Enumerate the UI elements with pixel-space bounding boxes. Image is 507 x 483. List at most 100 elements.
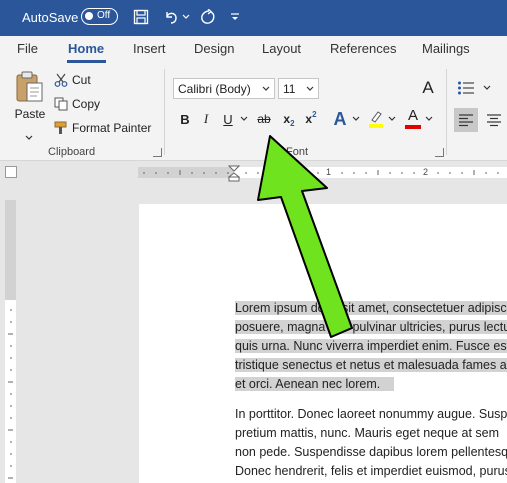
subscript-2: 2 <box>290 118 295 128</box>
font-color-letter: A <box>407 106 418 124</box>
vertical-ruler[interactable] <box>5 200 16 483</box>
text-line: In porttitor. Donec laoreet nonummy augu… <box>235 407 507 421</box>
group-divider <box>446 69 447 155</box>
bold-button[interactable]: B <box>177 109 193 129</box>
tab-home[interactable]: Home <box>68 41 104 56</box>
text-line: pretium mattis, nunc. Mauris eget neque … <box>235 426 500 440</box>
selected-text: tristique senectus et netus et malesuada… <box>235 358 507 372</box>
align-center-button[interactable] <box>482 108 506 132</box>
align-left-icon <box>459 114 473 127</box>
superscript-x: x <box>305 112 313 126</box>
paintbrush-icon <box>54 121 67 134</box>
font-size-value: 11 <box>283 82 296 96</box>
tab-design[interactable]: Design <box>194 41 234 56</box>
undo-dropdown[interactable] <box>180 6 192 28</box>
text-line: non pede. Suspendisse dapibus lorem pell… <box>235 445 507 459</box>
subscript-button[interactable]: x2 <box>280 109 298 129</box>
tab-file[interactable]: File <box>17 41 38 56</box>
selected-text: Lorem ipsum dolor sit amet, consectetuer… <box>235 301 507 315</box>
group-divider <box>164 69 165 155</box>
bullets-button[interactable] <box>456 78 476 98</box>
superscript-button[interactable]: x2 <box>302 109 320 129</box>
chevron-down-icon <box>388 116 396 121</box>
highlight-dropdown[interactable] <box>387 109 397 129</box>
selected-text: posuere, magna sed pulvinar ultricies, p… <box>235 320 507 334</box>
text-line: et orci. Aenean nec lorem. <box>235 375 507 394</box>
font-color-dropdown[interactable] <box>424 109 434 129</box>
align-left-button[interactable] <box>454 108 478 132</box>
scissors-icon <box>54 73 68 87</box>
ruler-number-1: 1 <box>326 167 332 177</box>
subscript-x: x <box>283 112 291 126</box>
chevron-down-icon <box>425 116 433 121</box>
horizontal-ruler-area: 1 2 <box>0 162 507 183</box>
redo-button[interactable] <box>197 6 219 28</box>
autosave-toggle[interactable]: Off <box>81 8 118 25</box>
font-family-select[interactable]: Calibri (Body) <box>173 78 275 99</box>
font-color-button[interactable]: A <box>403 107 423 129</box>
selected-text: quis urna. Nunc viverra imperdiet enim. … <box>235 339 507 353</box>
text-line: posuere, magna sed pulvinar ultricies, p… <box>235 318 507 337</box>
save-icon <box>133 9 149 25</box>
chevron-down-icon <box>306 86 314 91</box>
highlight-button[interactable] <box>366 109 386 129</box>
paste-button[interactable]: Paste <box>12 67 48 125</box>
ribbon-tabs: File Home Insert Design Layout Reference… <box>0 36 507 63</box>
paragraph-1[interactable]: Lorem ipsum dolor sit amet, consectetuer… <box>235 299 507 394</box>
underline-button[interactable]: U <box>220 109 236 129</box>
selected-text: et orci. Aenean nec lorem. <box>235 377 395 391</box>
document-page[interactable]: Lorem ipsum dolor sit amet, consectetuer… <box>139 204 507 483</box>
tab-references[interactable]: References <box>330 41 396 56</box>
font-group-label: Font <box>286 146 309 158</box>
customize-icon <box>231 13 239 20</box>
redo-icon <box>201 9 215 24</box>
vertical-ruler-margin <box>5 200 16 300</box>
text-effects-dropdown[interactable] <box>351 109 361 129</box>
bullets-dropdown[interactable] <box>480 78 494 98</box>
paste-label: Paste <box>14 107 46 121</box>
superscript-2: 2 <box>312 109 317 119</box>
horizontal-ruler[interactable]: 1 2 <box>138 165 507 182</box>
autosave-label: AutoSave <box>22 10 79 25</box>
italic-button[interactable]: I <box>198 109 214 129</box>
underline-dropdown[interactable] <box>238 109 250 129</box>
copy-button[interactable]: Copy <box>54 95 100 113</box>
font-launcher-icon[interactable] <box>435 148 444 157</box>
text-effects-button[interactable]: A <box>330 108 350 130</box>
tab-insert[interactable]: Insert <box>133 41 166 56</box>
tab-mailings[interactable]: Mailings <box>422 41 470 56</box>
chevron-down-icon <box>352 116 360 121</box>
paragraph-2[interactable]: In porttitor. Donec laoreet nonummy augu… <box>235 405 507 481</box>
undo-button[interactable] <box>160 6 182 28</box>
tab-layout[interactable]: Layout <box>262 41 301 56</box>
copy-label: Copy <box>72 97 101 111</box>
paste-dropdown[interactable] <box>21 133 37 143</box>
ruler-number-2: 2 <box>423 167 429 177</box>
text-line: Lorem ipsum dolor sit amet, consectetuer… <box>235 299 507 318</box>
format-painter-button[interactable]: Format Painter <box>54 119 151 137</box>
font-size-select[interactable]: 11 <box>278 78 319 99</box>
text-line: quis urna. Nunc viverra imperdiet enim. … <box>235 337 507 356</box>
text-line: Donec hendrerit, felis et imperdiet euis… <box>235 464 507 478</box>
bullet-list-icon <box>458 81 474 95</box>
ruler-ticks <box>143 170 499 175</box>
ribbon-home: Paste Cut Copy Format Painter Clipboard … <box>0 63 507 161</box>
vertical-ruler-ticks <box>8 309 13 479</box>
strikethrough-button[interactable]: ab <box>254 109 274 129</box>
chevron-down-icon <box>182 14 190 19</box>
save-button[interactable] <box>130 6 152 28</box>
change-case-button[interactable]: A <box>418 77 438 99</box>
chevron-down-icon <box>25 135 33 140</box>
cut-button[interactable]: Cut <box>54 71 91 89</box>
customize-quick-access-button[interactable] <box>224 6 246 28</box>
indent-marker-icon[interactable] <box>228 165 240 182</box>
word-window: AutoSave Off File Home Insert Design Lay… <box>0 0 507 483</box>
highlighter-icon <box>369 111 383 128</box>
chevron-down-icon <box>240 116 248 121</box>
tab-selector-button[interactable] <box>5 166 17 178</box>
copy-icon <box>54 97 68 111</box>
format-painter-label: Format Painter <box>72 121 152 135</box>
chevron-down-icon <box>262 86 270 91</box>
text-line: tristique senectus et netus et malesuada… <box>235 356 507 375</box>
clipboard-launcher-icon[interactable] <box>153 148 162 157</box>
